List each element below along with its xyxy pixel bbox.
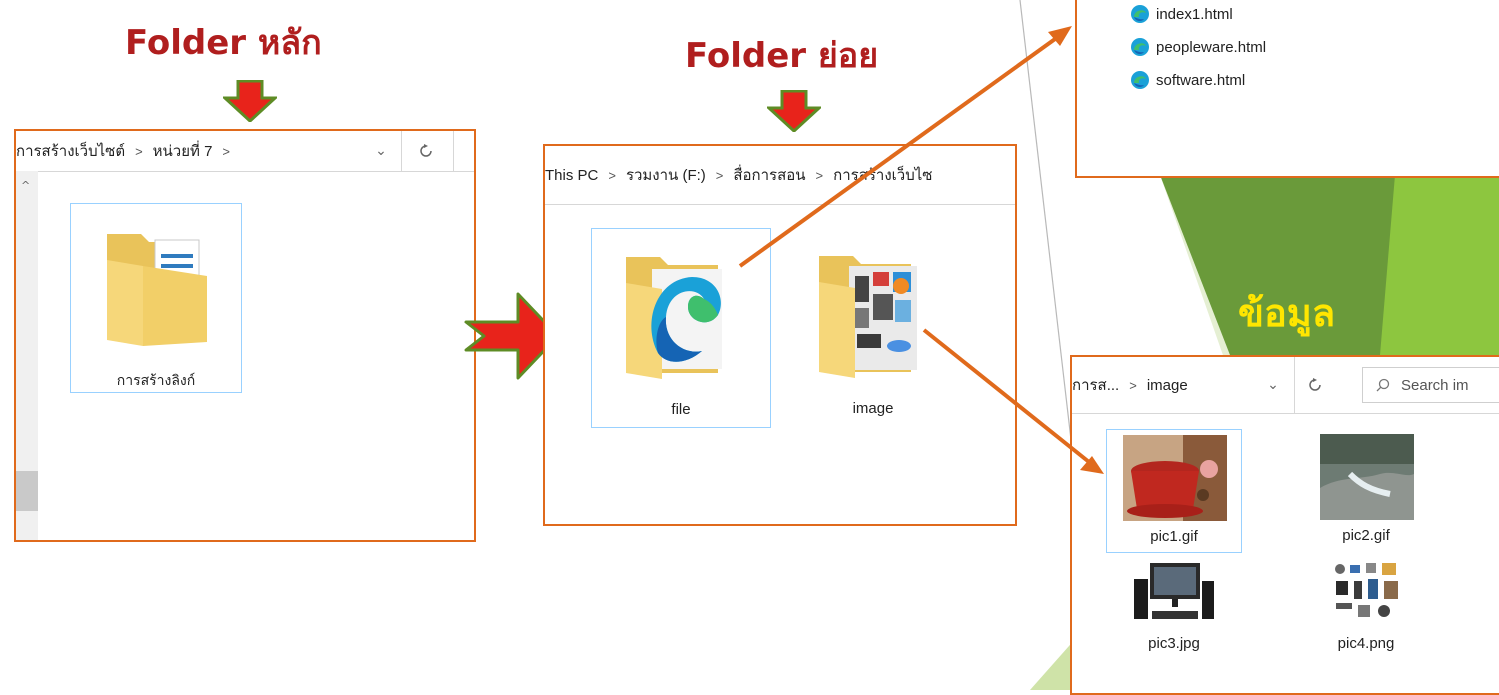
breadcrumb-item[interactable]: การสร้างเว็บไซต์ (16, 139, 125, 163)
folder-label: image (852, 400, 894, 417)
scrollbar[interactable]: ^ (16, 171, 38, 540)
image-thumbnail (1320, 434, 1414, 520)
down-arrow-icon (223, 80, 277, 122)
folder-tile[interactable]: การสร้างลิงก์ (70, 203, 242, 393)
file-name: peopleware.html (1156, 38, 1267, 56)
chevron-down-icon[interactable]: ⌄ (366, 131, 396, 171)
image-label: pic4.png (1337, 635, 1395, 652)
address-bar[interactable]: This PC > รวมงาน (F:) > สื่อการสอน > การ… (545, 146, 1015, 205)
refresh-icon[interactable] (1300, 357, 1330, 413)
folder-label: file (671, 401, 691, 418)
edge-icon (1131, 5, 1149, 23)
chevron-right-icon: > (222, 143, 231, 159)
breadcrumb-item[interactable]: การส... (1072, 373, 1119, 397)
search-icon (1376, 378, 1390, 392)
chevron-down-icon[interactable]: ⌄ (1258, 357, 1288, 413)
image-label: pic3.jpg (1148, 635, 1200, 652)
sub-folder-title: Folder ย่อย (685, 36, 879, 76)
file-name: software.html (1156, 71, 1246, 89)
file-name: index1.html (1156, 5, 1233, 23)
list-item[interactable]: index1.html (1130, 4, 1233, 24)
scroll-up-icon[interactable]: ^ (21, 179, 30, 192)
folder-tile[interactable]: image (783, 228, 963, 428)
breadcrumb-item[interactable]: การสร้างเว็บไซ (833, 163, 932, 187)
address-bar[interactable]: การสร้างเว็บไซต์ > หน่วยที่ 7 > (16, 131, 474, 172)
main-folder-window: การสร้างเว็บไซต์ > หน่วยที่ 7 > ⌄ ^ การส… (14, 129, 476, 542)
image-window: การส... > image ⌄ Search im pic1.gif pic… (1070, 355, 1499, 695)
image-tile[interactable]: pic3.jpg (1106, 557, 1242, 667)
image-tile[interactable]: pic2.gif (1298, 429, 1434, 553)
image-label: pic1.gif (1150, 528, 1198, 545)
search-placeholder: Search im (1401, 376, 1469, 394)
edge-icon (1131, 71, 1149, 89)
chevron-right-icon: > (608, 167, 616, 183)
chevron-right-icon: > (715, 167, 724, 183)
image-tile[interactable]: pic4.png (1298, 557, 1434, 667)
image-tile[interactable]: pic1.gif (1106, 429, 1242, 553)
folder-tile[interactable]: file (591, 228, 771, 428)
edge-icon (1131, 38, 1149, 56)
folder-icon (819, 256, 917, 378)
chevron-right-icon: > (135, 143, 143, 159)
breadcrumb-item[interactable]: รวมงาน (F:) (626, 163, 706, 187)
breadcrumb-item[interactable]: หน่วยที่ 7 (153, 139, 213, 163)
down-arrow-icon (767, 90, 821, 132)
breadcrumb-item[interactable]: image (1147, 377, 1188, 394)
breadcrumb-item[interactable]: This PC (545, 167, 598, 184)
folder-icon (626, 257, 722, 379)
main-folder-title: Folder หลัก (125, 23, 322, 63)
search-input[interactable]: Search im (1362, 367, 1499, 403)
sub-folder-window: This PC > รวมงาน (F:) > สื่อการสอน > การ… (543, 144, 1017, 526)
breadcrumb-item[interactable]: สื่อการสอน (733, 163, 805, 187)
folder-icon (107, 234, 207, 346)
image-thumbnail (1332, 559, 1402, 625)
image-thumbnail (1132, 559, 1218, 625)
folder-label: การสร้างลิงก์ (116, 372, 196, 388)
data-title: ข้อมูล (1238, 291, 1336, 335)
image-label: pic2.gif (1342, 527, 1390, 544)
image-thumbnail (1123, 435, 1227, 521)
chevron-right-icon: > (1129, 377, 1137, 393)
refresh-icon[interactable] (411, 131, 441, 171)
scrollbar-thumb[interactable] (16, 471, 38, 511)
list-item[interactable]: software.html (1130, 70, 1245, 90)
list-item[interactable]: peopleware.html (1130, 37, 1266, 57)
chevron-right-icon: > (815, 167, 824, 183)
